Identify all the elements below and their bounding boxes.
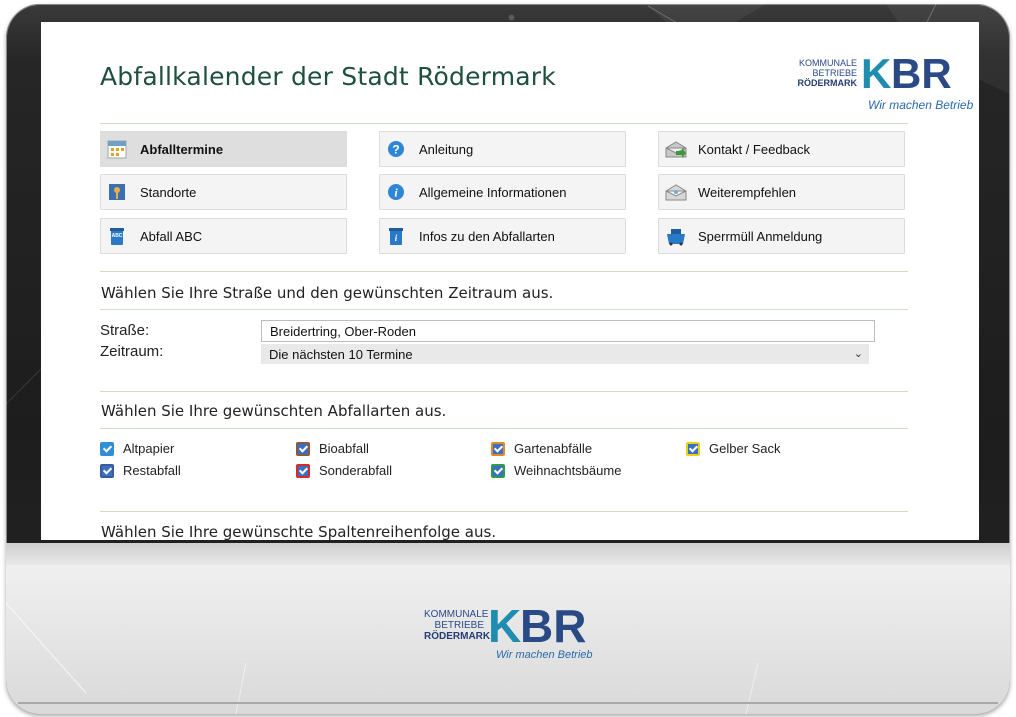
street-input[interactable]: [261, 320, 875, 342]
checkbox-label: Sonderabfall: [319, 463, 392, 478]
checkbox-box[interactable]: [100, 463, 114, 478]
browser-screen: Abfallkalender der Stadt Rödermark KOMMU…: [41, 22, 979, 540]
chin-rim: [18, 702, 998, 704]
menu-item-label: Standorte: [140, 184, 197, 200]
checkbox-gartenabfälle[interactable]: Gartenabfälle: [491, 441, 592, 456]
chin-logo-text: KOMMUNALE BETRIEBE RÖDERMARK: [424, 609, 491, 642]
mail-send-icon: [665, 139, 687, 159]
period-select[interactable]: Die nächsten 10 Termine ⌄: [261, 344, 869, 364]
period-select-value: Die nächsten 10 Termine: [269, 346, 413, 362]
info-icon: i: [386, 182, 406, 202]
menu-item-label: Abfall ABC: [140, 228, 203, 244]
menu-item-standorte[interactable]: Standorte: [100, 174, 347, 210]
checkbox-box[interactable]: [686, 441, 700, 456]
menu-item-sperrmüll-anmeldung[interactable]: Sperrmüll Anmeldung: [658, 218, 905, 254]
checkbox-label: Gelber Sack: [709, 441, 781, 456]
container-icon: [665, 226, 685, 246]
info-bin-icon: i: [386, 226, 406, 246]
section-title-street: Wählen Sie Ihre Straße und den gewünscht…: [101, 284, 554, 302]
calendar-icon: [107, 139, 127, 159]
menu-item-abfall-abc[interactable]: ABC Abfall ABC: [100, 218, 347, 254]
checkbox-box[interactable]: [491, 441, 505, 456]
street-label: Straße:: [100, 322, 150, 339]
brand-line-1: KOMMUNALE: [798, 58, 857, 68]
menu-item-weiterempfehlen[interactable]: Weiterempfehlen: [658, 174, 905, 210]
checkbox-box[interactable]: [296, 463, 310, 478]
menu-item-label: Sperrmüll Anmeldung: [698, 228, 823, 244]
camera-dot: [509, 15, 514, 20]
brand-line-1: KOMMUNALE: [424, 609, 489, 620]
brand-line-2: BETRIEBE: [434, 620, 484, 631]
checkbox-label: Restabfall: [123, 463, 181, 478]
section-title-columns: Wählen Sie Ihre gewünschte Spaltenreihen…: [101, 523, 497, 540]
menu-item-label: Kontakt / Feedback: [698, 141, 811, 157]
checkbox-sonderabfall[interactable]: Sonderabfall: [296, 463, 392, 478]
menu-item-kontakt-feedback[interactable]: Kontakt / Feedback: [658, 131, 905, 167]
chevron-down-icon: ⌄: [853, 348, 863, 360]
divider: [100, 271, 908, 272]
checkbox-altpapier[interactable]: Altpapier: [100, 441, 174, 456]
mail-open-icon: [665, 182, 687, 202]
monitor-chin: KOMMUNALE BETRIEBE RÖDERMARK K BR Wir ma…: [6, 543, 1010, 714]
menu-item-abfalltermine[interactable]: Abfalltermine: [100, 131, 347, 167]
checkbox-box[interactable]: [491, 463, 505, 478]
brand-line-3: RÖDERMARK: [424, 631, 491, 642]
divider: [100, 428, 908, 429]
menu-item-label: Abfalltermine: [140, 141, 224, 157]
checkbox-label: Altpapier: [123, 441, 175, 456]
brand-k: K: [488, 600, 522, 652]
brand-slogan: Wir machen Betrieb: [868, 98, 974, 112]
map-pin-icon: [107, 182, 127, 202]
brand-line-3: RÖDERMARK: [797, 78, 858, 88]
abc-bin-icon: ABC: [107, 226, 127, 246]
svg-text:ABC: ABC: [112, 233, 123, 239]
checkbox-label: Weihnachtsbäume: [514, 463, 622, 478]
menu-item-anleitung[interactable]: ? Anleitung: [379, 131, 626, 167]
checkbox-bioabfall[interactable]: Bioabfall: [296, 441, 369, 456]
brand-slogan: Wir machen Betrieb: [496, 649, 593, 661]
brand-br: BR: [520, 600, 587, 652]
menu-item-label: Allgemeine Informationen: [419, 184, 567, 200]
brand-br: BR: [891, 50, 952, 97]
brand-line-2: BETRIEBE: [812, 68, 857, 78]
svg-text:?: ?: [392, 143, 399, 157]
header-logo[interactable]: KOMMUNALE BETRIEBE RÖDERMARK K BR Wir ma…: [793, 50, 979, 114]
checkbox-box[interactable]: [100, 441, 114, 456]
header-logo-text: KOMMUNALE BETRIEBE RÖDERMARK: [793, 58, 858, 88]
brand-k: K: [861, 50, 892, 97]
divider: [100, 391, 908, 392]
checkbox-restabfall[interactable]: Restabfall: [100, 463, 181, 478]
divider: [100, 511, 908, 512]
menu-item-label: Anleitung: [419, 141, 474, 157]
page-title: Abfallkalender der Stadt Rödermark: [100, 62, 556, 91]
chin-logo: KOMMUNALE BETRIEBE RÖDERMARK K BR Wir ma…: [424, 600, 624, 667]
menu-item-label: Weiterempfehlen: [698, 184, 797, 200]
checkbox-label: Bioabfall: [319, 441, 369, 456]
question-icon: ?: [386, 139, 406, 159]
header-divider: [100, 123, 908, 124]
period-label: Zeitraum:: [100, 343, 164, 360]
divider: [100, 309, 908, 310]
section-title-waste: Wählen Sie Ihre gewünschten Abfallarten …: [101, 402, 447, 420]
checkbox-label: Gartenabfälle: [514, 441, 593, 456]
menu-item-allgemeine-informationen[interactable]: i Allgemeine Informationen: [379, 174, 626, 210]
checkbox-box[interactable]: [296, 441, 310, 456]
menu-item-infos-zu-den-abfallarten[interactable]: i Infos zu den Abfallarten: [379, 218, 626, 254]
checkbox-gelber-sack[interactable]: Gelber Sack: [686, 441, 781, 456]
menu-item-label: Infos zu den Abfallarten: [419, 228, 555, 244]
checkbox-weihnachtsbäume[interactable]: Weihnachtsbäume: [491, 463, 621, 478]
